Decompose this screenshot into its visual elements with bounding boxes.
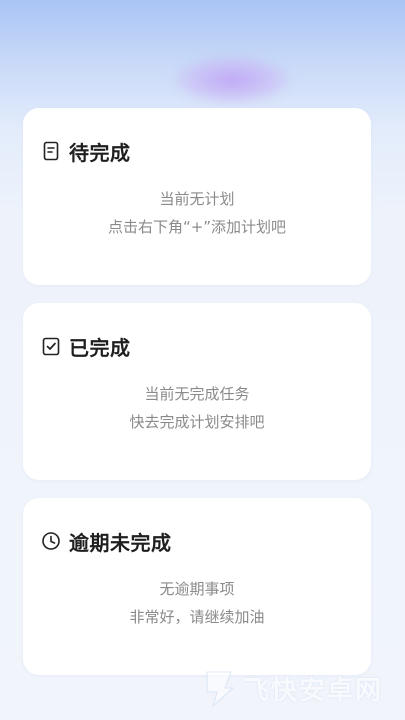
watermark-text: 飞快安卓网	[243, 676, 384, 706]
section-title: 已完成	[69, 335, 131, 360]
pending-section-card: 待完成 当前无计划 点击右下角“+”添加计划吧	[23, 108, 371, 285]
empty-state-line1: 当前无计划	[159, 190, 235, 208]
completed-section-header: 已完成	[41, 333, 131, 360]
completed-section-card: 已完成 当前无完成任务 快去完成计划安排吧	[23, 303, 371, 480]
watermark: 飞快安卓网	[195, 662, 405, 720]
checkbox-icon	[41, 336, 61, 356]
empty-state-line2: 快去完成计划安排吧	[129, 413, 265, 431]
empty-state-line2: 非常好，请继续加油	[129, 608, 265, 626]
watermark-logo-icon	[199, 666, 239, 708]
clock-icon	[41, 531, 61, 551]
empty-state-line1: 无逾期事项	[159, 580, 235, 598]
section-title: 逾期未完成	[69, 530, 172, 555]
pending-section-header: 待完成	[41, 138, 131, 165]
section-title: 待完成	[69, 140, 131, 165]
overdue-section-card: 逾期未完成 无逾期事项 非常好，请继续加油	[23, 498, 371, 675]
empty-state-line1: 当前无完成任务	[144, 385, 250, 403]
header-decoration-blob	[172, 55, 292, 105]
empty-state-line2: 点击右下角“+”添加计划吧	[107, 218, 287, 236]
overdue-section-header: 逾期未完成	[41, 528, 172, 555]
document-icon	[41, 141, 61, 161]
